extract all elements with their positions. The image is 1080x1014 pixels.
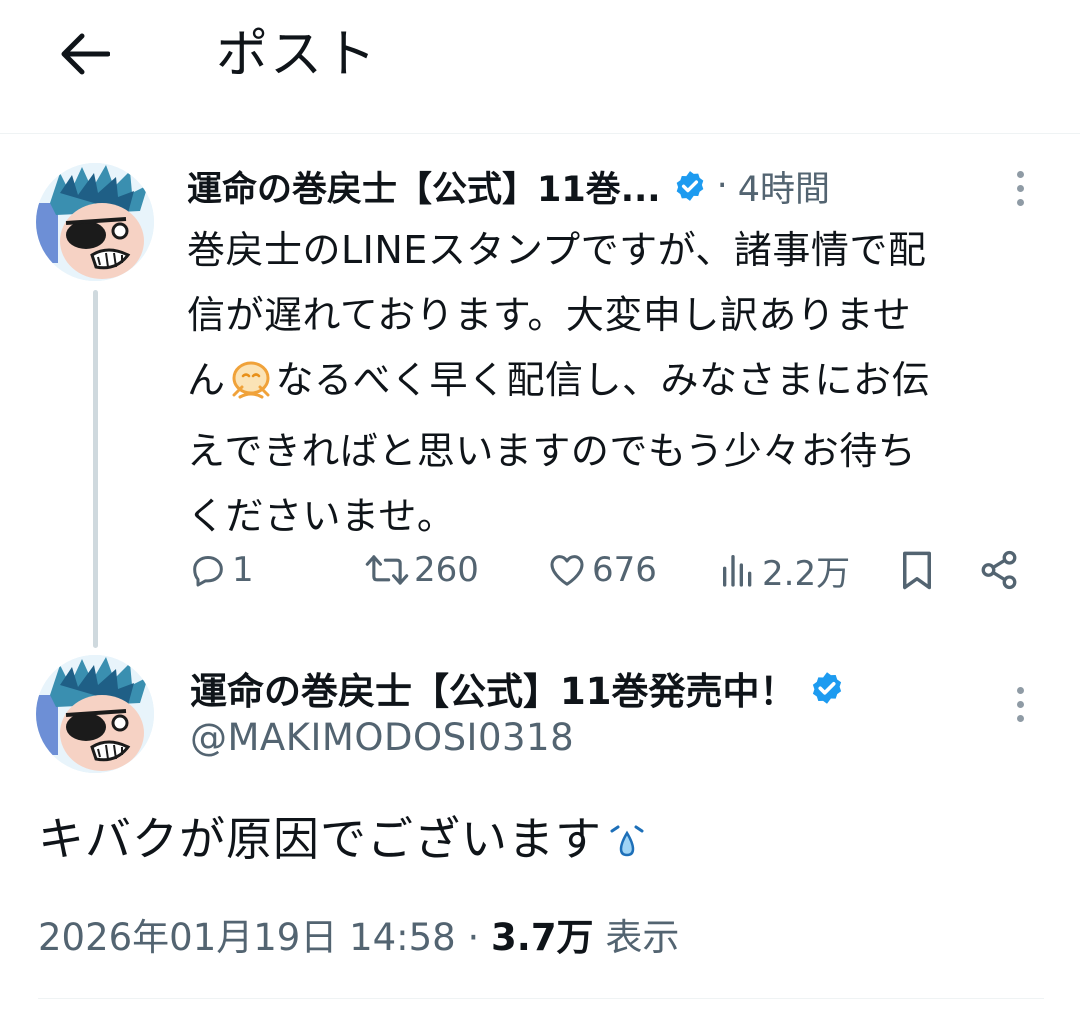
top-bar: ポスト (0, 0, 1080, 134)
post1-line: 信が遅れております。大変申し訳ありませ (187, 293, 912, 337)
separator: · (716, 166, 728, 206)
post2-text-content: キバクが原因でございます (38, 812, 602, 866)
more-icon[interactable] (1008, 676, 1032, 732)
verified-badge-icon (809, 670, 845, 706)
post-date[interactable]: 2026年01月19日 14:58 (38, 916, 456, 959)
back-arrow-icon (61, 33, 110, 75)
sad-face-emoji (228, 354, 274, 419)
avatar[interactable] (36, 163, 154, 281)
repost-count: 260 (414, 550, 479, 590)
avatar-image (36, 163, 154, 281)
post2-header: 運命の巻戻士【公式】11巻発売中！ (190, 660, 845, 716)
views-icon (723, 555, 752, 587)
views-count: 2.2万 (762, 553, 851, 594)
views-label: 表示 (605, 916, 680, 959)
like-button[interactable]: 676 (546, 538, 657, 602)
page-title: ポスト (216, 25, 379, 85)
action-bar: 1 260 676 2.2万 (0, 538, 1080, 602)
reply-icon (193, 556, 223, 587)
avatar-image (36, 655, 154, 773)
bookmark-icon (903, 551, 931, 590)
share-icon (981, 550, 1017, 590)
separator: · (467, 916, 480, 959)
post1-text: 巻戻士のLINEスタンプですが、諸事情で配 信が遅れております。大変申し訳ありま… (187, 218, 1037, 549)
post2-text: キバクが原因でございます (38, 805, 648, 873)
post1-header: 運命の巻戻士【公式】11巻... · 4時間 (187, 158, 830, 214)
display-name[interactable]: 運命の巻戻士【公式】11巻発売中！ (190, 661, 797, 715)
more-icon[interactable] (1008, 160, 1032, 216)
divider (38, 998, 1044, 999)
sweat-drop-emoji (610, 825, 644, 857)
post-time[interactable]: 4時間 (738, 161, 830, 212)
back-button[interactable] (52, 22, 116, 86)
user-handle[interactable]: @MAKIMODOSI0318 (190, 716, 574, 759)
share-button[interactable] (978, 538, 1020, 602)
repost-icon (365, 555, 409, 585)
repost-button[interactable]: 260 (364, 538, 479, 602)
post1-line: んなるべく早く配信し、みなさまにお伝 (187, 348, 1037, 419)
display-name[interactable]: 運命の巻戻士【公式】11巻... (187, 161, 661, 212)
views-count: 3.7万 (491, 916, 594, 959)
verified-badge-icon (673, 169, 707, 203)
like-count: 676 (592, 550, 657, 590)
avatar[interactable] (36, 655, 154, 773)
reply-button[interactable]: 1 (188, 538, 254, 602)
bookmark-button[interactable] (898, 538, 936, 602)
post1-line: 巻戻士のLINEスタンプですが、諸事情で配 (187, 228, 927, 272)
views-button[interactable]: 2.2万 (718, 538, 850, 602)
post1-line: えできればと思いますのでもう少々お待ち (187, 429, 917, 473)
like-icon (550, 555, 584, 586)
reply-count: 1 (232, 550, 254, 590)
post-meta: 2026年01月19日 14:58 · 3.7万 表示 (38, 910, 679, 966)
